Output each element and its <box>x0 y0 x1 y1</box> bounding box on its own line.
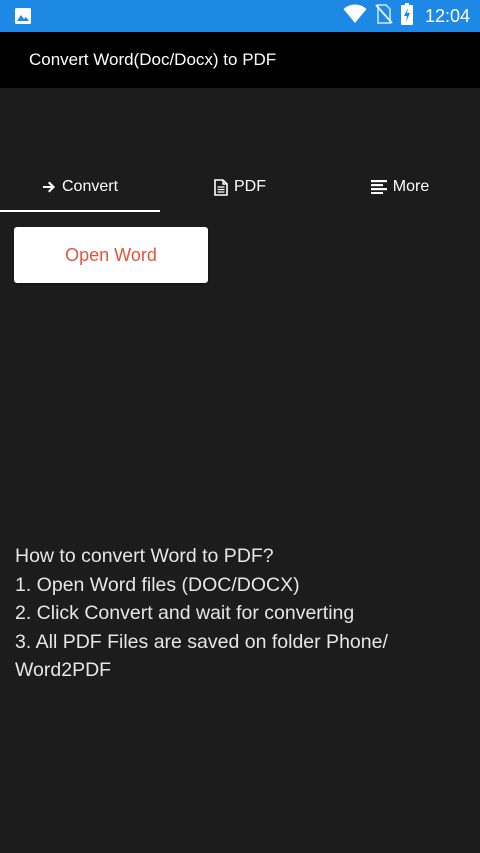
tab-convert-label: Convert <box>61 178 119 195</box>
list-icon <box>370 180 387 194</box>
tab-pdf[interactable]: PDF <box>160 162 320 212</box>
app-title: Convert Word(Doc/Docx) to PDF <box>29 50 277 69</box>
image-icon <box>14 7 32 25</box>
tab-convert[interactable]: Convert <box>0 162 160 212</box>
document-icon <box>214 178 228 196</box>
tab-bar: Convert PDF More <box>0 162 480 212</box>
tab-more[interactable]: More <box>320 162 480 212</box>
wifi-icon <box>343 4 367 29</box>
open-word-button[interactable]: Open Word <box>14 227 208 283</box>
status-time: 12:04 <box>424 5 470 26</box>
instructions: How to convert Word to PDF? 1. Open Word… <box>15 542 470 685</box>
instruction-step-3: 3. All PDF Files are saved on folder Pho… <box>15 630 388 682</box>
no-sim-icon <box>375 3 393 29</box>
instructions-heading: How to convert Word to PDF? <box>15 545 274 567</box>
status-bar: 12:04 <box>0 0 480 32</box>
app-bar: Convert Word(Doc/Docx) to PDF <box>0 32 480 88</box>
arrow-right-icon <box>42 180 56 194</box>
instruction-step-1: 1. Open Word files (DOC/DOCX) <box>15 573 300 596</box>
tab-pdf-label: PDF <box>234 178 266 195</box>
battery-charging-icon <box>400 2 413 30</box>
instruction-step-2: 2. Click Convert and wait for converting <box>15 602 355 624</box>
tab-more-label: More <box>392 178 430 195</box>
